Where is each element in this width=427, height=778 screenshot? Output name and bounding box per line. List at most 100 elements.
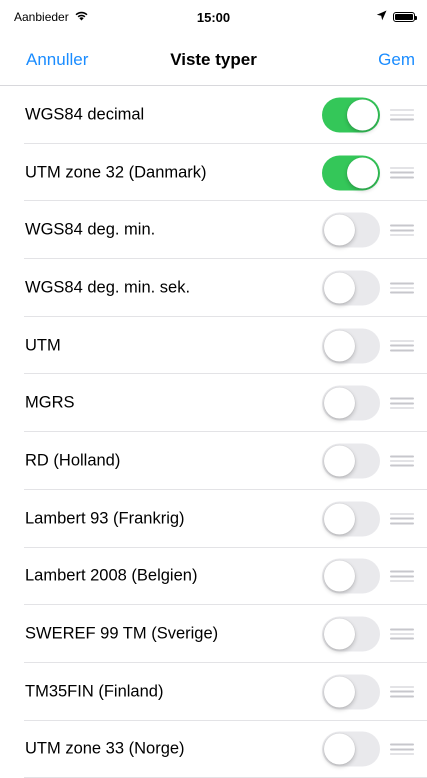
navigation-bar: Annuller Viste typer Gem xyxy=(0,34,427,86)
reorder-handle-line xyxy=(390,229,414,232)
visibility-toggle[interactable] xyxy=(322,97,380,133)
save-button[interactable]: Gem xyxy=(378,50,415,70)
reorder-handle-line xyxy=(390,637,414,640)
reorder-handle-line xyxy=(390,224,414,227)
visibility-toggle[interactable] xyxy=(322,731,380,767)
list-item: SWEREF 99 TM (Sverige) xyxy=(0,605,427,663)
reorder-handle-icon[interactable] xyxy=(390,167,414,179)
types-list: WGS84 decimal UTM zone 32 (Danmark) WGS84 … xyxy=(0,86,427,778)
status-time: 15:00 xyxy=(196,10,231,25)
visibility-toggle[interactable] xyxy=(322,616,380,652)
reorder-handle-line xyxy=(390,464,414,467)
list-item-label: RD (Holland) xyxy=(25,451,121,470)
list-item: MGRS xyxy=(0,374,427,432)
reorder-handle-line xyxy=(390,171,414,174)
toggle-knob xyxy=(324,214,355,246)
visibility-toggle[interactable] xyxy=(322,385,380,421)
reorder-handle-line xyxy=(390,748,414,751)
status-bar: Aanbieder 15:00 xyxy=(0,0,427,34)
list-item-label: WGS84 decimal xyxy=(25,105,145,124)
list-item-label: WGS84 deg. min. xyxy=(25,220,156,239)
reorder-handle-line xyxy=(390,340,414,342)
reorder-handle-line xyxy=(390,580,414,582)
reorder-handle-icon[interactable] xyxy=(390,513,414,525)
list-item: WGS84 decimal xyxy=(0,86,427,144)
list-item-label: MGRS xyxy=(25,393,75,412)
reorder-handle-line xyxy=(390,118,414,121)
reorder-handle-icon[interactable] xyxy=(390,686,414,698)
toggle-knob xyxy=(324,503,355,535)
reorder-handle-icon[interactable] xyxy=(390,224,414,236)
reorder-handle-line xyxy=(390,690,414,693)
reorder-handle-line xyxy=(390,695,414,698)
toggle-knob xyxy=(347,99,378,131)
reorder-handle-line xyxy=(390,344,414,347)
reorder-handle-line xyxy=(390,743,414,746)
toggle-knob xyxy=(324,733,355,765)
reorder-handle-icon[interactable] xyxy=(390,109,414,121)
list-item-label: UTM xyxy=(25,336,61,355)
toggle-knob xyxy=(324,272,355,304)
reorder-handle-line xyxy=(390,633,414,635)
reorder-handle-line xyxy=(390,753,414,755)
list-item-label: UTM zone 32 (Danmark) xyxy=(25,163,207,182)
toggle-knob xyxy=(324,445,355,477)
reorder-handle-icon[interactable] xyxy=(390,397,414,409)
page-title: Viste typer xyxy=(170,50,257,69)
reorder-handle-line xyxy=(390,282,414,284)
reorder-handle-icon[interactable] xyxy=(390,743,414,755)
reorder-handle-line xyxy=(390,407,414,409)
reorder-handle-line xyxy=(390,287,414,289)
visibility-toggle[interactable] xyxy=(322,212,380,248)
reorder-handle-line xyxy=(390,109,414,111)
list-item: Lambert 93 (Frankrig) xyxy=(0,490,427,548)
reorder-handle-line xyxy=(390,455,414,458)
list-item: UTM xyxy=(0,317,427,375)
list-item: UTM zone 32 (Danmark) xyxy=(0,144,427,202)
reorder-handle-line xyxy=(390,176,414,179)
list-item-label: TM35FIN (Finland) xyxy=(25,682,164,701)
reorder-handle-line xyxy=(390,513,414,515)
list-item: TM35FIN (Finland) xyxy=(0,663,427,721)
reorder-handle-line xyxy=(390,575,414,578)
visibility-toggle[interactable] xyxy=(322,270,380,306)
visibility-toggle[interactable] xyxy=(322,443,380,479)
reorder-handle-line xyxy=(390,517,414,520)
visibility-toggle[interactable] xyxy=(322,501,380,537)
reorder-handle-icon[interactable] xyxy=(390,340,414,352)
reorder-handle-line xyxy=(390,402,414,405)
toggle-knob xyxy=(324,387,355,419)
list-item: Lambert 2008 (Belgien) xyxy=(0,548,427,606)
reorder-handle-icon[interactable] xyxy=(390,628,414,640)
toggle-knob xyxy=(347,157,378,189)
battery-level xyxy=(395,14,413,20)
visibility-toggle[interactable] xyxy=(322,558,380,594)
reorder-handle-icon[interactable] xyxy=(390,282,414,294)
reorder-handle-line xyxy=(390,167,414,169)
visibility-toggle[interactable] xyxy=(322,155,380,191)
list-item: WGS84 deg. min. sek. xyxy=(0,259,427,317)
reorder-handle-line xyxy=(390,234,414,236)
list-item-label: SWEREF 99 TM (Sverige) xyxy=(25,624,219,643)
list-item-label: WGS84 deg. min. sek. xyxy=(25,278,191,297)
list-item-label: Lambert 93 (Frankrig) xyxy=(25,509,185,528)
reorder-handle-line xyxy=(390,628,414,631)
list-item-label: UTM zone 33 (Norge) xyxy=(25,739,185,758)
list-item-label: Lambert 2008 (Belgien) xyxy=(25,566,198,585)
reorder-handle-icon[interactable] xyxy=(390,570,414,582)
reorder-handle-line xyxy=(390,291,414,294)
visibility-toggle[interactable] xyxy=(322,674,380,710)
reorder-handle-line xyxy=(390,397,414,400)
reorder-handle-line xyxy=(390,522,414,525)
visibility-toggle[interactable] xyxy=(322,328,380,364)
toggle-knob xyxy=(324,330,355,362)
list-item: UTM zone 33 (Norge) xyxy=(0,721,427,778)
reorder-handle-line xyxy=(390,349,414,352)
toggle-knob xyxy=(324,676,355,708)
reorder-handle-line xyxy=(390,570,414,573)
battery-icon xyxy=(393,12,417,22)
toggle-knob xyxy=(324,560,355,592)
list-item: RD (Holland) xyxy=(0,432,427,490)
reorder-handle-icon[interactable] xyxy=(390,455,414,467)
reorder-handle-line xyxy=(390,114,414,116)
